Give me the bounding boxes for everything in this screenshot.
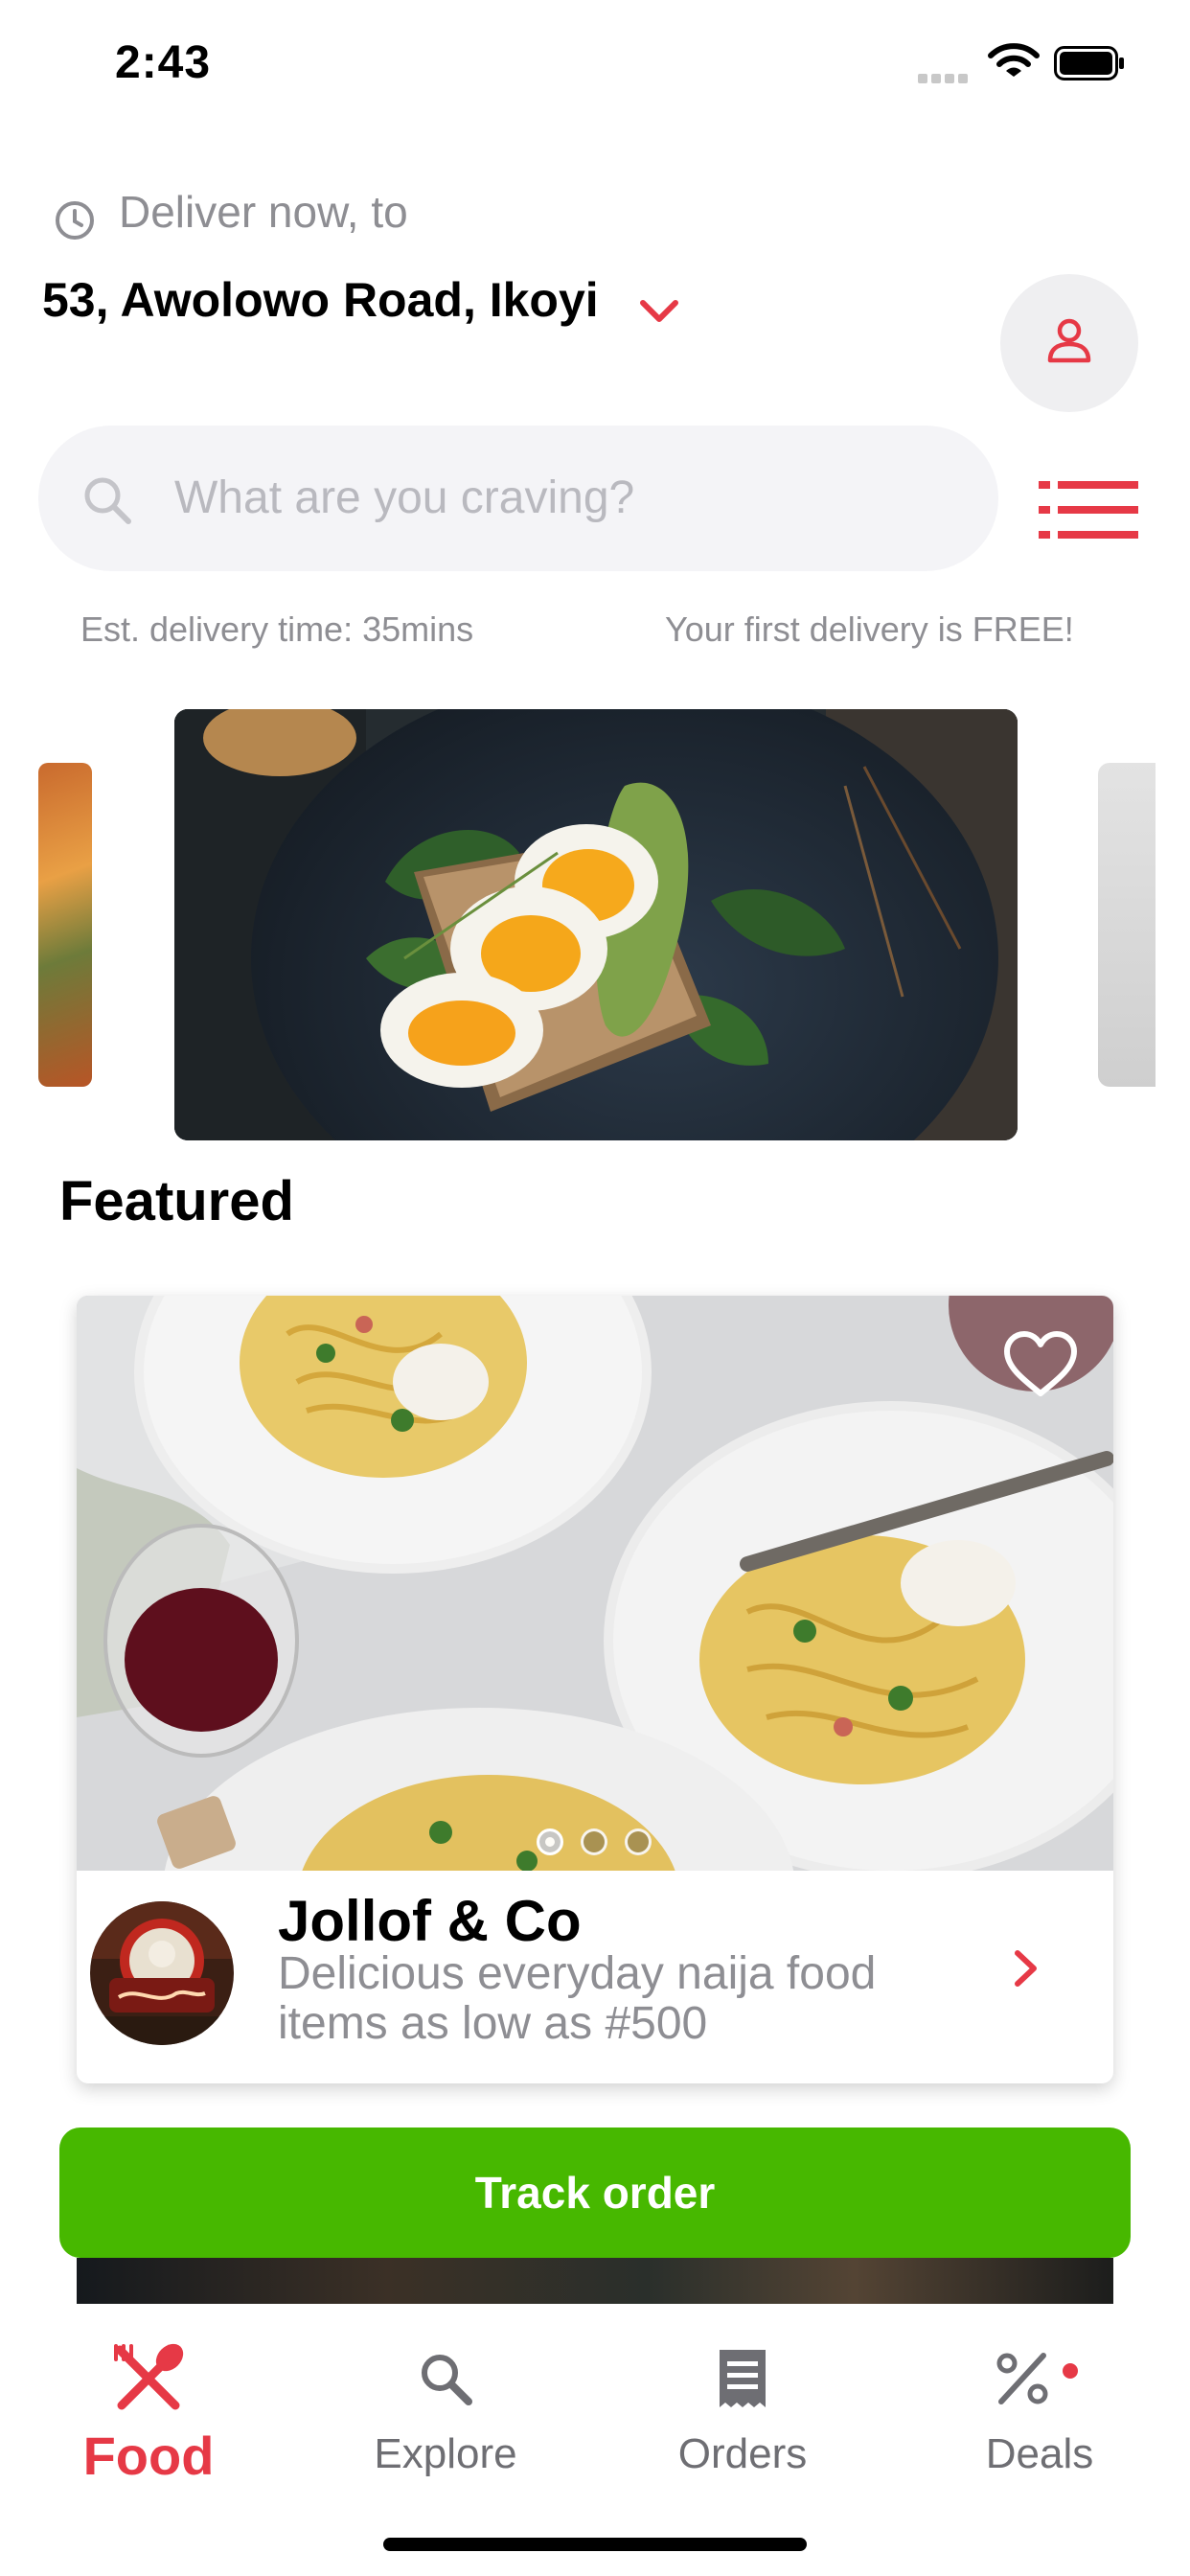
tab-deals[interactable]: Deals	[891, 2304, 1188, 2505]
notification-dot	[1063, 2363, 1078, 2379]
tab-bar: Food Explore Orders Deals	[0, 2304, 1190, 2576]
featured-heading: Featured	[59, 1170, 294, 1232]
banner-card-next[interactable]	[1098, 763, 1156, 1087]
track-order-button[interactable]: Track order	[59, 2128, 1131, 2258]
tab-label: Explore	[374, 2430, 517, 2477]
tab-explore[interactable]: Explore	[297, 2304, 594, 2505]
carousel-dot[interactable]	[625, 1828, 652, 1855]
featured-restaurant-card[interactable]: Jollof & Co Delicious everyday naija foo…	[77, 1296, 1113, 2083]
receipt-icon	[716, 2342, 769, 2415]
favorite-heart-icon[interactable]	[1002, 1330, 1079, 1404]
clock-icon	[54, 199, 96, 246]
delivery-time-text: Est. delivery time: 35mins	[80, 610, 474, 649]
carousel-dot[interactable]	[537, 1828, 563, 1855]
restaurant-description: Delicious everyday naija food items as l…	[278, 1948, 877, 2049]
restaurant-photo	[77, 1296, 1113, 1871]
search-icon	[80, 473, 134, 532]
deliver-label: Deliver now, to	[119, 187, 408, 237]
chevron-right-icon[interactable]	[1012, 1947, 1041, 1994]
restaurant-name: Jollof & Co	[278, 1889, 582, 1953]
carousel-dots[interactable]	[537, 1828, 652, 1855]
delivery-address[interactable]: 53, Awolowo Road, Ikoyi	[42, 272, 599, 328]
banner-card[interactable]	[174, 709, 1018, 1140]
wifi-icon	[987, 42, 1041, 85]
carousel-dot[interactable]	[581, 1828, 607, 1855]
user-icon	[1042, 314, 1096, 373]
next-restaurant-card[interactable]	[77, 2258, 1113, 2304]
tab-orders[interactable]: Orders	[594, 2304, 891, 2505]
battery-icon	[1054, 46, 1124, 80]
cellular-signal-icon	[918, 71, 975, 84]
tab-label: Deals	[985, 2430, 1094, 2477]
banner-food-image	[174, 709, 1018, 1140]
tab-food[interactable]: Food	[0, 2304, 297, 2505]
fork-spoon-icon	[112, 2342, 185, 2415]
percent-icon	[994, 2342, 1086, 2415]
banner-card-previous[interactable]	[38, 763, 92, 1087]
search-input[interactable]	[172, 458, 943, 537]
list-filter-icon[interactable]	[1039, 481, 1138, 543]
tab-label: Food	[82, 2426, 215, 2486]
promo-text: Your first delivery is FREE!	[665, 610, 1074, 649]
status-time: 2:43	[115, 37, 212, 88]
chevron-down-icon[interactable]	[638, 297, 680, 331]
search-icon	[417, 2342, 474, 2415]
home-indicator	[383, 2538, 807, 2551]
restaurant-logo	[90, 1901, 234, 2045]
tab-label: Orders	[677, 2430, 808, 2477]
profile-button[interactable]	[1000, 274, 1138, 412]
